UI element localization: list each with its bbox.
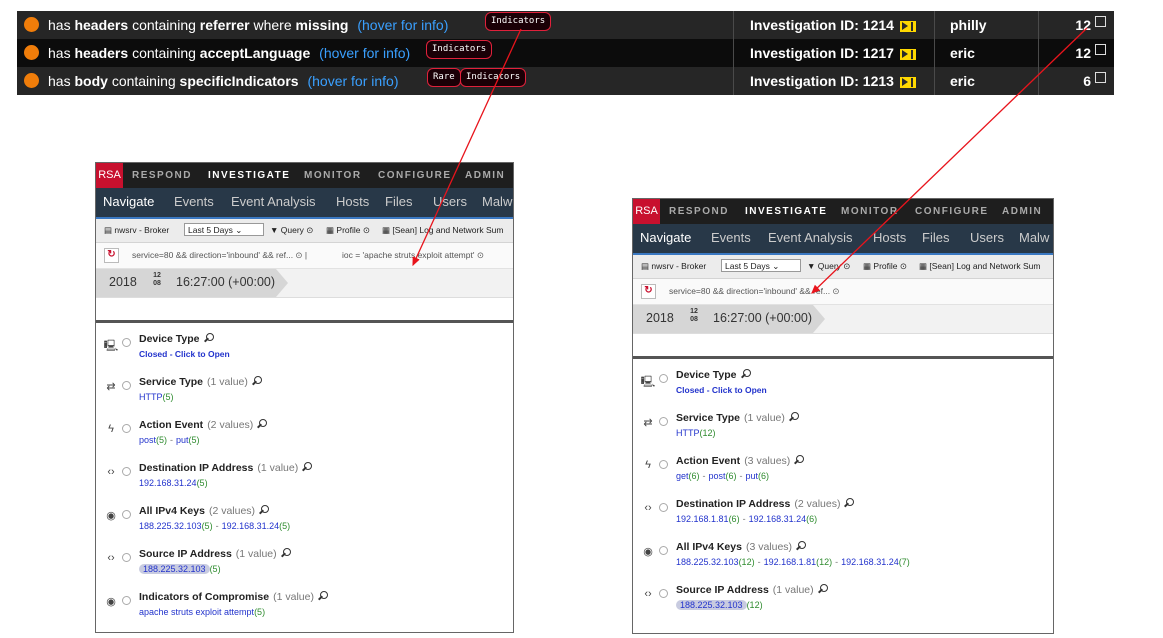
annotation-arrow-left <box>412 28 522 267</box>
annotation-arrow-right <box>811 27 1088 294</box>
annotation-arrows <box>412 27 1088 294</box>
